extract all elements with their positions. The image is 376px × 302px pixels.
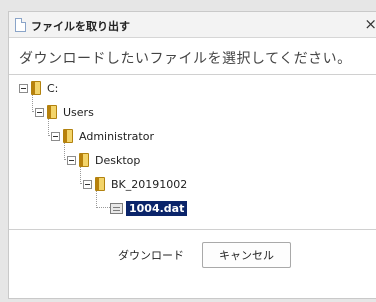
tree-node-label: BK_20191002 xyxy=(111,177,188,191)
tree-node-label: Desktop xyxy=(95,153,141,167)
instruction-text: ダウンロードしたいファイルを選択してください。 xyxy=(19,51,352,67)
folder-icon xyxy=(79,153,89,167)
collapse-toggle-icon[interactable] xyxy=(83,179,92,189)
tree-node-drive[interactable]: C: xyxy=(19,80,58,96)
tree-node-administrator[interactable]: Administrator xyxy=(51,128,154,144)
divider xyxy=(9,229,376,230)
folder-icon xyxy=(47,105,57,119)
dialog-titlebar[interactable]: ファイルを取り出す × xyxy=(9,12,376,38)
tree-node-file[interactable]: 1004.dat xyxy=(110,200,188,216)
file-icon xyxy=(110,202,123,214)
dialog-title: ファイルを取り出す xyxy=(31,20,130,33)
tree-node-desktop[interactable]: Desktop xyxy=(67,152,140,168)
tree-node-label: Administrator xyxy=(79,129,154,143)
folder-icon xyxy=(63,129,73,143)
folder-icon xyxy=(31,81,41,95)
cancel-button[interactable]: キャンセル xyxy=(202,242,291,268)
download-button[interactable]: ダウンロード xyxy=(111,242,191,268)
document-icon xyxy=(15,18,26,32)
file-tree: C: Users Administrator Desktop BK_201910 xyxy=(9,74,376,229)
collapse-toggle-icon[interactable] xyxy=(35,107,44,117)
screen-background: ファイルを取り出す × ダウンロードしたいファイルを選択してください。 C: U… xyxy=(0,0,376,302)
collapse-toggle-icon[interactable] xyxy=(19,83,28,93)
collapse-toggle-icon[interactable] xyxy=(67,155,76,165)
extract-file-dialog: ファイルを取り出す × ダウンロードしたいファイルを選択してください。 C: U… xyxy=(8,11,376,299)
folder-icon xyxy=(95,177,105,191)
close-button[interactable]: × xyxy=(364,15,376,33)
tree-node-backup[interactable]: BK_20191002 xyxy=(83,176,187,192)
selected-file-label[interactable]: 1004.dat xyxy=(126,200,188,216)
tree-node-users[interactable]: Users xyxy=(35,104,94,120)
collapse-toggle-icon[interactable] xyxy=(51,131,60,141)
tree-node-label: C: xyxy=(47,81,59,95)
tree-node-label: Users xyxy=(63,105,94,119)
